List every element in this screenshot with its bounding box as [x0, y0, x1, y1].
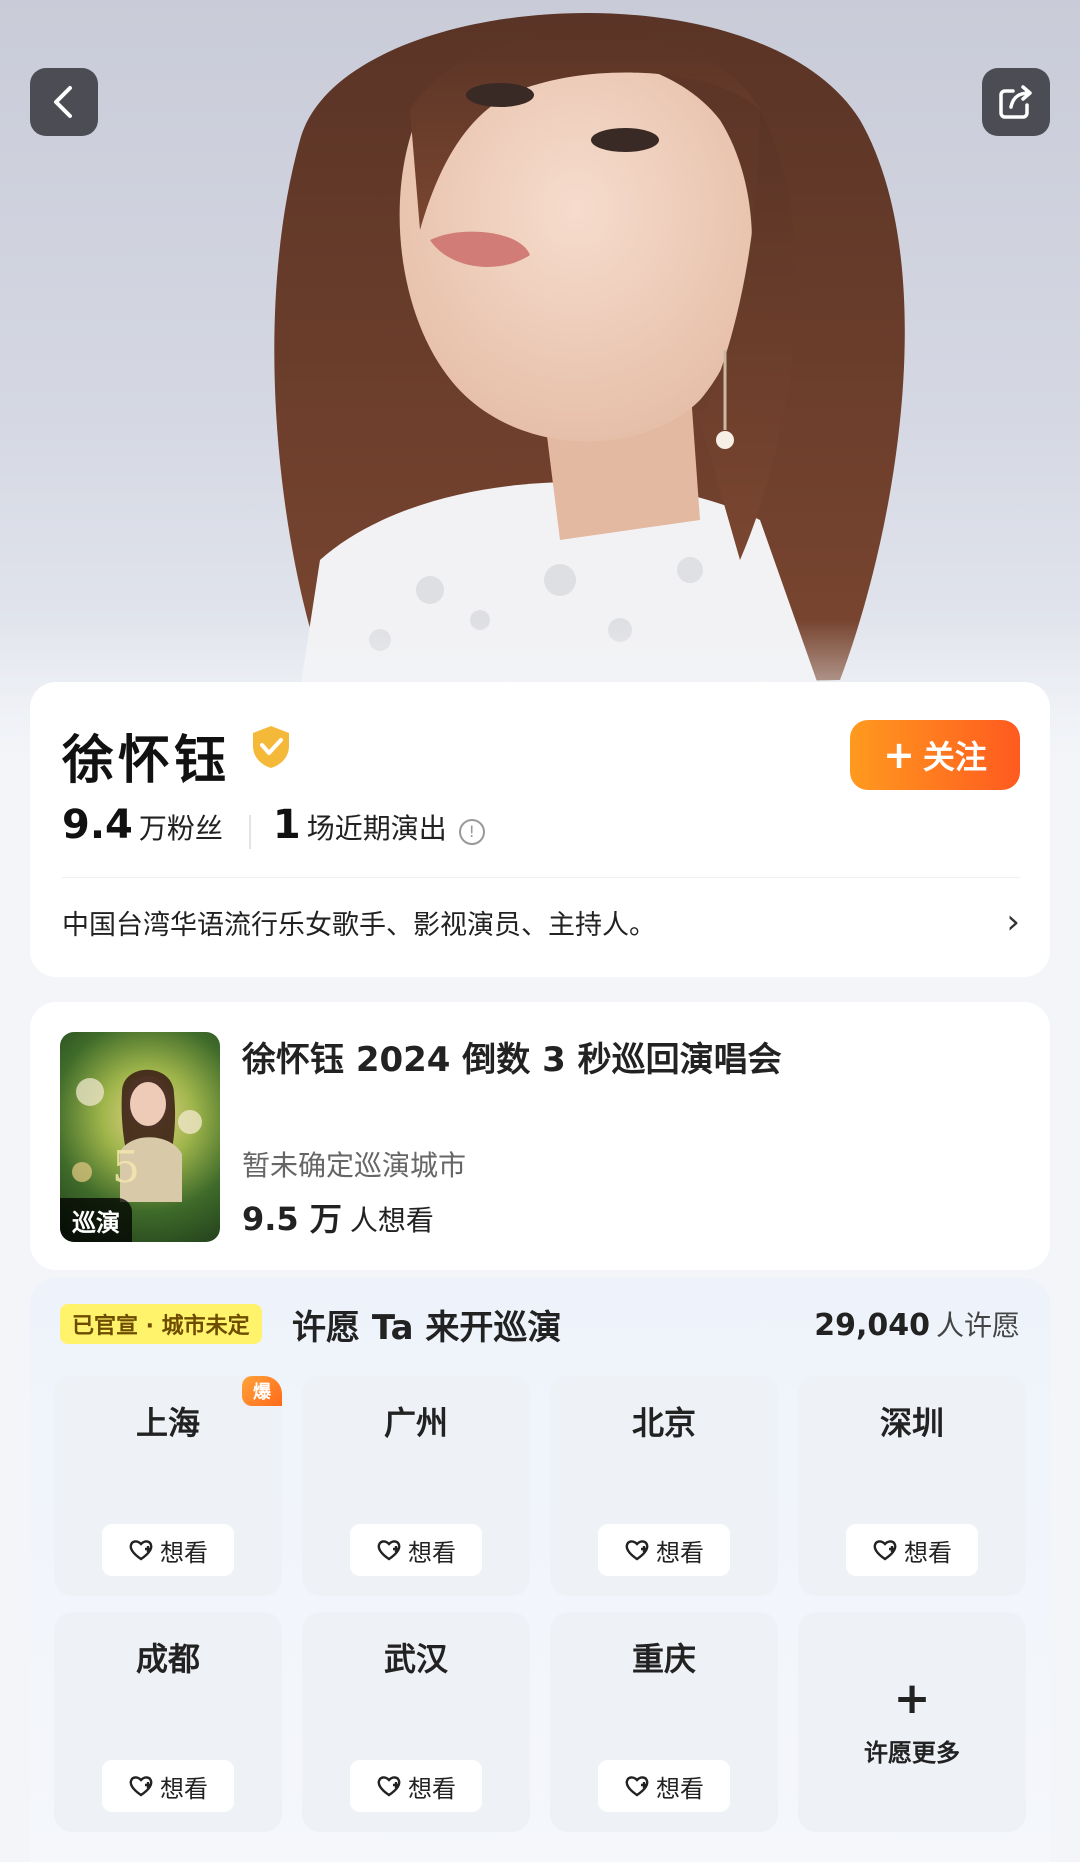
- city-grid: 爆 上海 想看 广州 想看 北京 想看 深圳 想看 成都 想看 武汉 想看 重庆…: [54, 1376, 1026, 1832]
- city-cell-chengdu: 成都 想看: [54, 1612, 282, 1832]
- city-cell-wuhan: 武汉 想看: [302, 1612, 530, 1832]
- info-icon[interactable]: !: [458, 819, 485, 845]
- wish-more-button[interactable]: + 许愿更多: [798, 1612, 1026, 1832]
- city-name: 广州: [383, 1404, 448, 1442]
- artist-name: 徐怀钰: [62, 731, 231, 791]
- want-button[interactable]: 想看: [846, 1524, 978, 1576]
- want-button[interactable]: 想看: [350, 1760, 482, 1812]
- city-name: 武汉: [383, 1640, 448, 1678]
- want-button-label: 想看: [408, 1538, 456, 1567]
- poster-tour-tag: 巡演: [60, 1198, 132, 1242]
- fans-label: 万粉丝: [138, 812, 223, 845]
- follow-button[interactable]: + 关注: [850, 720, 1020, 790]
- share-button[interactable]: [982, 68, 1050, 136]
- city-cell-chongqing: 重庆 想看: [550, 1612, 778, 1832]
- want-button-label: 想看: [408, 1774, 456, 1803]
- want-button[interactable]: 想看: [102, 1524, 234, 1576]
- want-button-label: 想看: [656, 1774, 704, 1803]
- follow-label: 关注: [922, 738, 987, 776]
- want-button-label: 想看: [656, 1538, 704, 1567]
- want-button[interactable]: 想看: [598, 1760, 730, 1812]
- shows-count: 1: [272, 802, 301, 848]
- heart-plus-icon: [625, 1776, 649, 1797]
- want-label: 人想看: [349, 1204, 434, 1237]
- heart-plus-icon: [377, 1540, 401, 1561]
- share-icon: [999, 85, 1032, 119]
- wish-title: 许愿 Ta 来开巡演: [292, 1308, 562, 1348]
- city-cell-shanghai: 爆 上海 想看: [54, 1376, 282, 1596]
- back-button[interactable]: [30, 68, 98, 136]
- heart-plus-icon: [129, 1540, 153, 1561]
- wish-count: 29,040 人许愿: [814, 1304, 1020, 1344]
- chevron-left-icon: [54, 86, 72, 118]
- svg-text:5: 5: [112, 1142, 140, 1193]
- want-button-label: 想看: [904, 1538, 952, 1567]
- artist-stats: 9.4 万粉丝 1 场近期演出 !: [62, 802, 485, 862]
- artist-bio: 中国台湾华语流行乐女歌手、影视演员、主持人。: [62, 909, 656, 941]
- heart-plus-icon: [625, 1540, 649, 1561]
- wish-label: 人许愿: [935, 1309, 1020, 1342]
- city-name: 北京: [631, 1404, 696, 1442]
- concert-card[interactable]: 5 巡演 徐怀钰 2024 倒数 3 秒巡回演唱会 暂未确定巡演城市 9.5 万…: [30, 1002, 1050, 1270]
- fans-count: 9.4: [62, 802, 133, 848]
- artist-hero-image: [0, 0, 1080, 760]
- city-name: 重庆: [631, 1640, 696, 1678]
- want-number: 9.5 万: [242, 1200, 342, 1238]
- plus-icon: +: [883, 733, 915, 777]
- want-button[interactable]: 想看: [102, 1760, 234, 1812]
- city-name: 深圳: [879, 1404, 944, 1442]
- shows-label: 场近期演出: [306, 812, 447, 845]
- stats-divider: [248, 815, 251, 849]
- bio-divider: [62, 877, 1020, 878]
- want-button[interactable]: 想看: [350, 1524, 482, 1576]
- city-name: 成都: [135, 1640, 200, 1678]
- status-badge: 已官宣 · 城市未定: [60, 1304, 262, 1344]
- city-cell-guangzhou: 广州 想看: [302, 1376, 530, 1596]
- wish-more-label: 许愿更多: [864, 1738, 960, 1767]
- heart-plus-icon: [873, 1540, 897, 1561]
- city-cell-beijing: 北京 想看: [550, 1376, 778, 1596]
- city-cell-shenzhen: 深圳 想看: [798, 1376, 1026, 1596]
- artist-bio-row[interactable]: 中国台湾华语流行乐女歌手、影视演员、主持人。 ›: [62, 892, 1020, 952]
- heart-plus-icon: [129, 1776, 153, 1797]
- plus-icon: +: [893, 1672, 931, 1724]
- heart-plus-icon: [377, 1776, 401, 1797]
- artist-info-card: 徐怀钰 + 关注 9.4 万粉丝 1 场近期演出 ! 中国台湾华语流行乐女歌手、…: [30, 682, 1050, 977]
- want-button[interactable]: 想看: [598, 1524, 730, 1576]
- verified-badge-icon: [253, 726, 289, 768]
- tour-wish-section: 已官宣 · 城市未定 许愿 Ta 来开巡演 29,040 人许愿 爆 上海 想看…: [30, 1278, 1050, 1862]
- concert-want-count: 9.5 万 人想看: [242, 1194, 434, 1240]
- wish-number: 29,040: [814, 1308, 930, 1343]
- want-button-label: 想看: [160, 1538, 208, 1567]
- concert-poster[interactable]: 5 巡演: [60, 1032, 220, 1242]
- city-name: 上海: [135, 1404, 200, 1442]
- chevron-right-icon: ›: [1006, 902, 1020, 942]
- want-button-label: 想看: [160, 1774, 208, 1803]
- concert-city-status: 暂未确定巡演城市: [242, 1149, 467, 1182]
- concert-title: 徐怀钰 2024 倒数 3 秒巡回演唱会: [242, 1040, 782, 1080]
